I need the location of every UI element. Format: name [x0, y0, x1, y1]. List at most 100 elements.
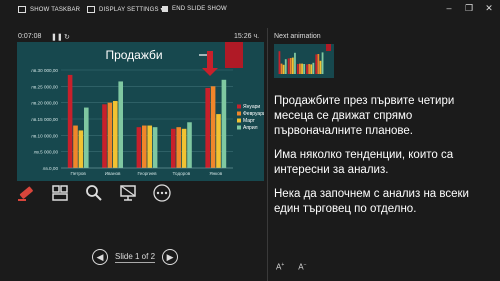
- bar: [84, 107, 89, 168]
- next-slide-button[interactable]: ▶: [162, 249, 179, 265]
- thumbnail-bar: [312, 62, 315, 74]
- presenter-toolbar: SHOW TASKBAR DISPLAY SETTINGS ▾ END SLID…: [0, 0, 500, 24]
- y-tick-label: лв.25 000,00: [31, 84, 58, 89]
- pen-tool-icon[interactable]: [16, 183, 36, 203]
- thumbnail-bar: [303, 64, 306, 74]
- y-tick-label: лв.30 000,00: [31, 68, 58, 73]
- thumbnail-bar: [280, 63, 283, 74]
- restore-icon[interactable]: ❐: [464, 3, 474, 13]
- legend-label: Април: [243, 125, 258, 131]
- bar: [136, 127, 142, 168]
- slide-counter[interactable]: Slide 1 of 2: [115, 252, 156, 263]
- elapsed-time: 0:07:08: [18, 33, 42, 40]
- bar: [73, 125, 78, 168]
- bar: [205, 87, 210, 168]
- thumbnail-bar: [301, 63, 303, 74]
- bar: [142, 125, 147, 168]
- notes-paragraph-2: Има няколко тенденции, които са интересн…: [274, 149, 454, 176]
- taskbar-icon: [18, 6, 26, 13]
- pause-timer-button[interactable]: ❚❚: [51, 33, 63, 41]
- pane-divider[interactable]: [267, 28, 268, 281]
- bar: [221, 79, 227, 168]
- bar: [107, 102, 113, 168]
- thumbnail-bar: [299, 63, 301, 74]
- thumbnail-bar: [287, 58, 290, 74]
- see-all-slides-icon[interactable]: [50, 183, 70, 203]
- end-slide-show-button[interactable]: END SLIDE SHOW: [162, 6, 227, 12]
- next-thumbnail-chart: [278, 44, 331, 74]
- thumbnail-bar: [306, 64, 308, 74]
- speaker-notes[interactable]: Продажбите през първите четири месеца се…: [274, 94, 484, 226]
- thumbnail-bars: [278, 51, 324, 74]
- thumbnail-bar: [310, 64, 313, 74]
- minimize-icon[interactable]: –: [444, 3, 454, 13]
- decrease-font-button[interactable]: A−: [298, 262, 306, 272]
- bar: [147, 125, 152, 168]
- x-tick-label: Георгиев: [137, 171, 157, 176]
- bar: [171, 128, 176, 168]
- thumbnail-accent: [326, 44, 331, 51]
- y-tick-label: лв.0,00: [43, 166, 59, 171]
- sales-chart: Продажби лв.30 000,00 лв.25 000,00 лв.20 0…: [17, 42, 264, 181]
- bar: [176, 127, 181, 168]
- bar: [118, 81, 123, 168]
- current-slide[interactable]: Продажби лв.30 000,00 лв.25 000,00 лв.20 0…: [17, 42, 264, 181]
- black-screen-icon[interactable]: [118, 183, 138, 203]
- notes-paragraph-3: Нека да започнем с анализ на всеки един …: [274, 188, 469, 215]
- slide-accent-block: [225, 42, 243, 68]
- thumbnail-bar: [321, 52, 324, 74]
- y-tick-label: лв.15 000,00: [31, 117, 58, 122]
- legend-swatch: [237, 111, 241, 116]
- slide-tools: [16, 183, 172, 203]
- x-tick-label: Иванов: [105, 171, 121, 176]
- bar: [152, 127, 158, 168]
- more-options-icon[interactable]: [152, 183, 172, 203]
- end-slide-show-label: END SLIDE SHOW: [172, 6, 227, 12]
- thumbnail-bar: [294, 52, 296, 74]
- show-taskbar-button[interactable]: SHOW TASKBAR: [18, 6, 80, 13]
- legend-label: Февруари: [243, 111, 264, 117]
- show-taskbar-label: SHOW TASKBAR: [30, 6, 81, 13]
- previous-slide-button[interactable]: ◀: [92, 249, 108, 265]
- display-icon: [87, 6, 95, 13]
- legend-label: Март: [243, 118, 256, 124]
- thumbnail-bar: [315, 54, 318, 74]
- thumbnail-bar: [317, 54, 320, 74]
- y-tick-label: лв.20 000,00: [31, 101, 58, 106]
- chart-title: Продажби: [105, 48, 162, 62]
- y-tick-label: лв.5 000,00: [34, 150, 59, 155]
- legend-label: Януари: [243, 104, 260, 110]
- x-tick-label: Янков: [209, 171, 222, 176]
- window-controls: – ❐ ✕: [444, 3, 494, 13]
- x-tick-label: Тодоров: [173, 171, 191, 176]
- stop-icon: [162, 6, 168, 12]
- thumbnail-bar: [308, 64, 311, 74]
- display-settings-button[interactable]: DISPLAY SETTINGS ▾: [87, 6, 164, 13]
- clock-time: 15:26 ч.: [234, 33, 260, 40]
- notes-font-controls: A+ A−: [276, 262, 307, 272]
- next-animation-label: Next animation: [274, 33, 321, 40]
- x-tick-label: Петров: [71, 171, 87, 176]
- legend-swatch: [237, 118, 241, 123]
- bar: [113, 101, 118, 168]
- slide-navigation: ◀ Slide 1 of 2 ▶: [92, 249, 179, 265]
- chevron-right-icon: ▶: [166, 251, 174, 262]
- increase-font-button[interactable]: A+: [276, 262, 284, 272]
- close-icon[interactable]: ✕: [484, 3, 494, 13]
- bar: [67, 74, 73, 168]
- bar: [210, 86, 216, 168]
- bar: [216, 114, 221, 168]
- reset-timer-button[interactable]: ↻: [64, 33, 70, 41]
- zoom-icon[interactable]: [84, 183, 104, 203]
- thumbnail-bar: [284, 59, 287, 74]
- legend-swatch: [237, 104, 241, 109]
- next-animation-thumbnail[interactable]: [274, 44, 334, 78]
- y-tick-label: лв.10 000,00: [31, 133, 58, 138]
- notes-paragraph-1: Продажбите през първите четири месеца се…: [274, 95, 455, 137]
- bar: [187, 122, 192, 168]
- bar: [102, 104, 107, 168]
- thumbnail-bar: [291, 57, 294, 74]
- thumbnail-bar: [319, 60, 322, 74]
- bar: [181, 128, 187, 168]
- display-settings-label: DISPLAY SETTINGS ▾: [99, 7, 164, 13]
